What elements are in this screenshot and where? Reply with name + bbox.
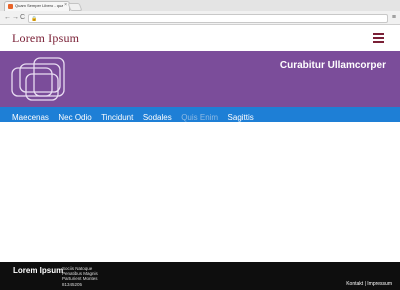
forward-button[interactable]: → bbox=[12, 14, 19, 22]
site-footer: Lorem Ipsum Sociis Natoque Penatibus Mag… bbox=[0, 262, 400, 290]
tab-close-icon[interactable]: × bbox=[64, 2, 67, 8]
reload-button[interactable]: C bbox=[20, 14, 25, 22]
browser-tab[interactable]: Quam Semper Libero - qua... × bbox=[4, 1, 70, 11]
browser-chrome: Quam Semper Libero - qua... × ← → C 🔒 ≡ bbox=[0, 0, 400, 25]
hamburger-icon[interactable] bbox=[373, 33, 384, 43]
browser-menu-icon[interactable]: ≡ bbox=[392, 14, 396, 22]
footer-links: Kontakt | Impressum bbox=[346, 281, 392, 287]
site-title[interactable]: Lorem Ipsum bbox=[12, 31, 79, 46]
tab-title: Quam Semper Libero - qua... bbox=[15, 3, 63, 8]
footer-separator: | bbox=[364, 281, 366, 287]
main-nav: Maecenas Nec Odio Tincidunt Sodales Quis… bbox=[0, 107, 400, 122]
kontakt-link[interactable]: Kontakt bbox=[346, 281, 363, 287]
new-tab-button[interactable] bbox=[67, 3, 83, 11]
address-bar[interactable]: 🔒 bbox=[28, 14, 388, 23]
address-line: 81345205 bbox=[62, 281, 83, 287]
footer-address: Sociis Natoque Penatibus Magnis Parturie… bbox=[62, 266, 98, 287]
main-content bbox=[0, 122, 400, 262]
favicon-icon bbox=[8, 4, 13, 9]
banner-title: Curabitur Ullamcorper bbox=[279, 60, 386, 71]
banner: Curabitur Ullamcorper bbox=[0, 51, 400, 107]
tab-strip: Quam Semper Libero - qua... × bbox=[0, 0, 400, 11]
impressum-link[interactable]: Impressum bbox=[367, 281, 392, 287]
site-header: Lorem Ipsum bbox=[0, 25, 400, 51]
address-line: Parturient Montes bbox=[62, 276, 98, 282]
footer-title: Lorem Ipsum bbox=[13, 266, 64, 275]
page-info-icon[interactable]: 🔒 bbox=[31, 16, 37, 22]
back-button[interactable]: ← bbox=[4, 14, 11, 22]
logo-icon bbox=[11, 57, 65, 101]
